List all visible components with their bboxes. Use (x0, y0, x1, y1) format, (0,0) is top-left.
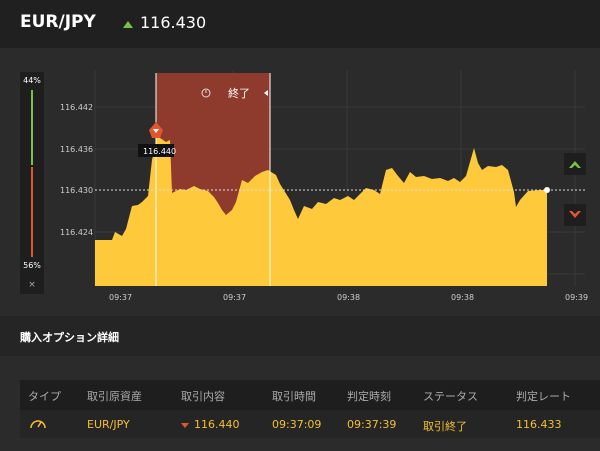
down-chevron-icon (569, 211, 581, 218)
entry-marker-label: 116.440 (143, 147, 176, 156)
x-tick: 09:37 (109, 293, 132, 302)
x-tick: 09:37 (223, 293, 246, 302)
x-tick: 09:38 (451, 293, 474, 302)
content-value: 116.440 (194, 418, 240, 431)
put-button[interactable] (564, 204, 586, 226)
details-table: タイプ 取引原資産 取引内容 取引時間 判定時刻 ステータス 判定レート EUR… (0, 356, 600, 451)
price-area (95, 136, 547, 286)
column-header: タイプ (28, 390, 61, 403)
column-header: 取引原資産 (87, 390, 142, 403)
asset-cell: EUR/JPY (87, 418, 130, 431)
content-cell: 116.440 (181, 418, 240, 431)
column-header: 取引時間 (272, 390, 316, 403)
y-tick: 116.424 (60, 228, 93, 237)
expiry-text: 終了 (228, 86, 250, 100)
column-header: 判定レート (516, 390, 571, 403)
y-tick: 116.436 (60, 145, 93, 154)
judge-rate-cell: 116.433 (516, 418, 562, 431)
up-chevron-icon (569, 161, 581, 168)
column-header: 判定時刻 (347, 390, 391, 403)
details-title: 購入オプション詳細 (20, 331, 119, 344)
x-tick: 09:38 (337, 293, 360, 302)
current-price-dot (544, 187, 550, 193)
table-header: タイプ 取引原資産 取引内容 取引時間 判定時刻 ステータス 判定レート (20, 380, 600, 410)
y-tick: 116.430 (60, 186, 93, 195)
column-header: 取引内容 (181, 390, 225, 403)
details-section-header: 購入オプション詳細 (0, 316, 600, 356)
column-header: ステータス (423, 390, 478, 403)
status-cell: 取引終了 (423, 420, 467, 433)
trade-time-cell: 09:37:09 (272, 418, 322, 431)
y-tick: 116.442 (60, 103, 93, 112)
down-arrow-icon (181, 422, 189, 428)
table-row[interactable]: EUR/JPY 116.440 09:37:09 09:37:39 取引終了 1… (20, 410, 600, 438)
gauge-icon (28, 415, 48, 434)
call-button[interactable] (564, 153, 586, 175)
x-tick: 09:39 (565, 293, 588, 302)
judge-time-cell: 09:37:39 (347, 418, 397, 431)
